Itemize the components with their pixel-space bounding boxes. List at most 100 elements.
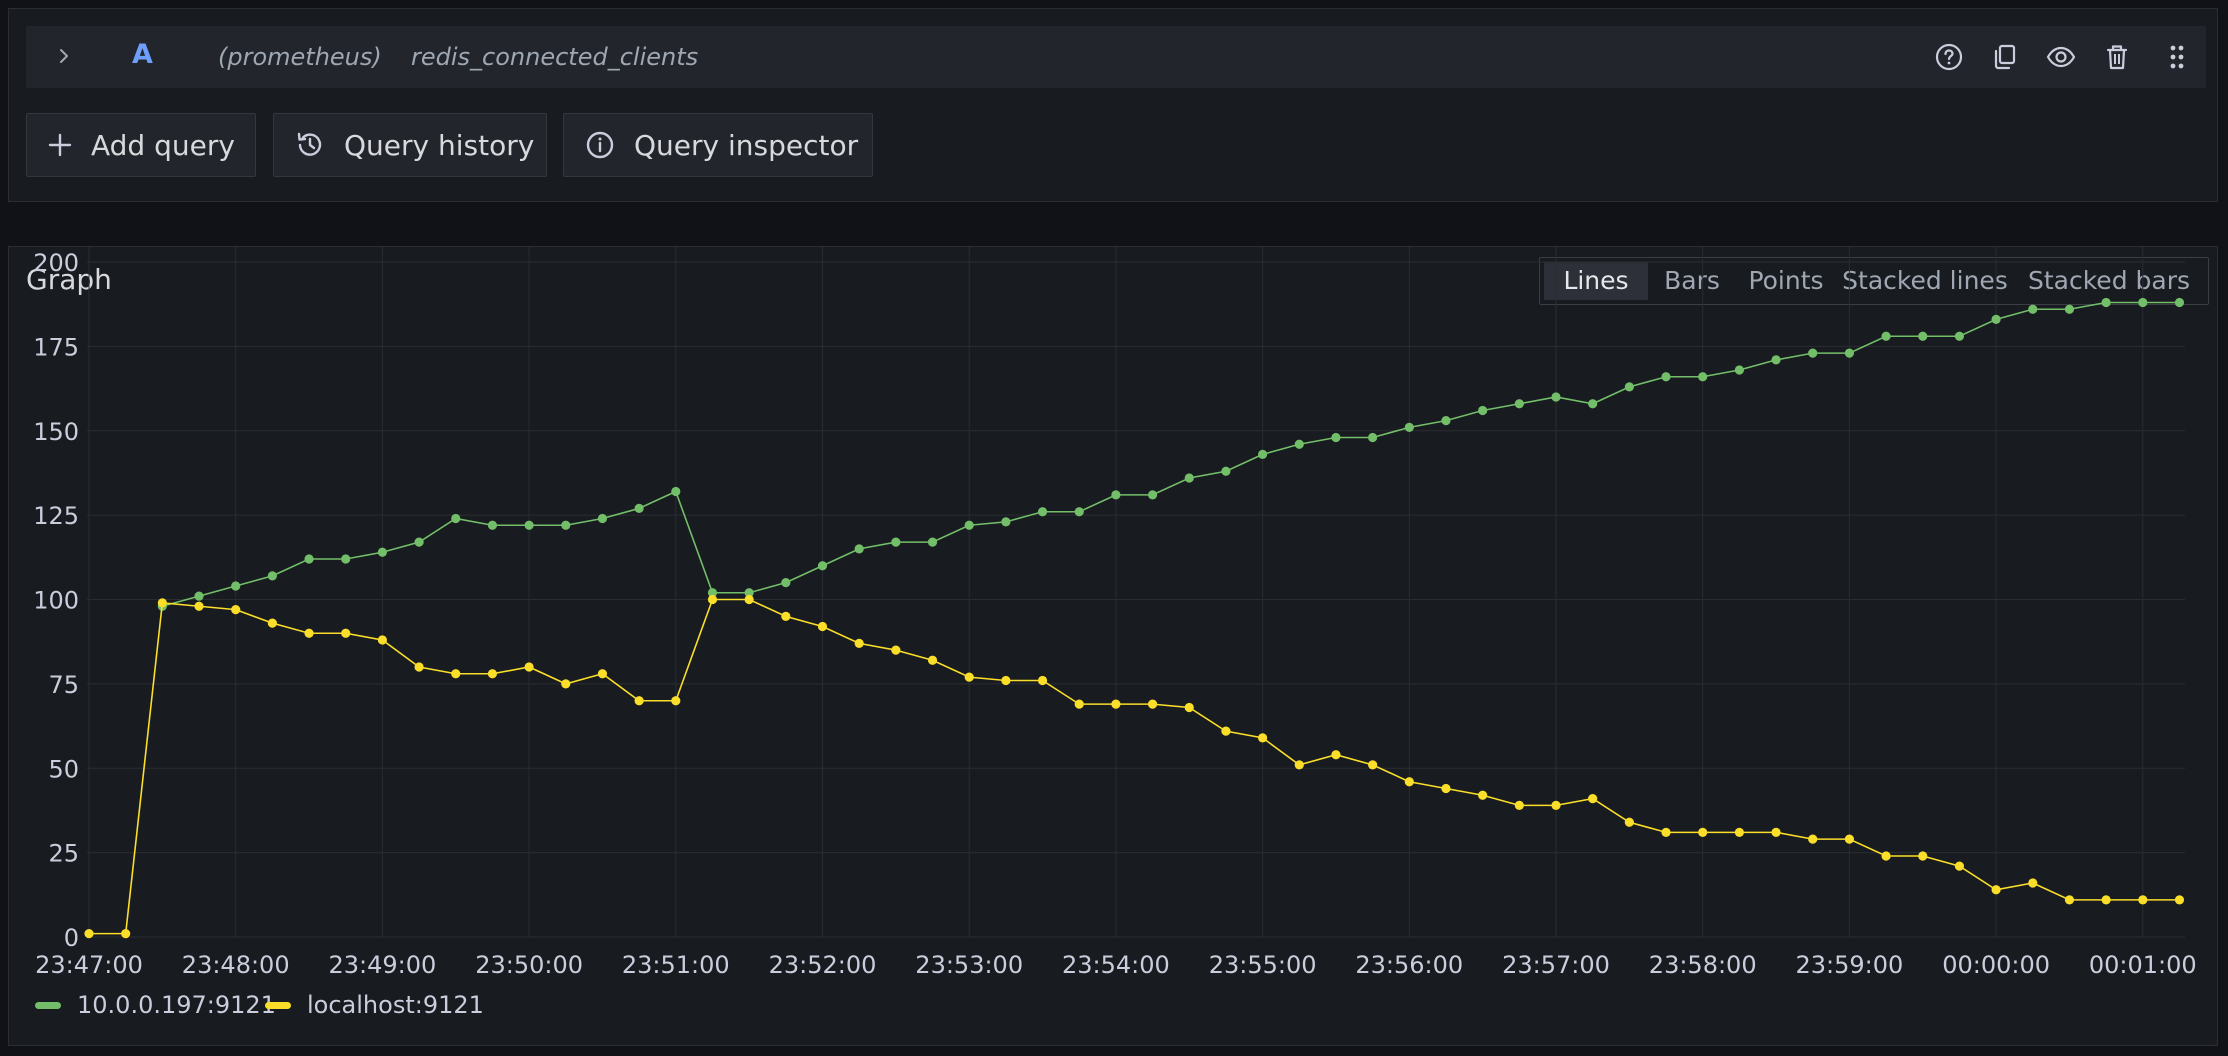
data-point bbox=[927, 537, 938, 547]
data-point bbox=[1624, 817, 1634, 827]
query-ref-id[interactable]: A bbox=[132, 39, 153, 70]
data-point bbox=[1147, 490, 1158, 500]
data-point bbox=[634, 696, 644, 706]
duplicate-icon[interactable] bbox=[1988, 40, 2022, 74]
data-point bbox=[1147, 699, 1158, 709]
data-point bbox=[1441, 416, 1451, 426]
data-point bbox=[1808, 834, 1818, 844]
y-tick-label: 0 bbox=[64, 924, 79, 952]
data-point bbox=[1368, 432, 1378, 443]
data-point bbox=[1404, 777, 1414, 787]
data-point bbox=[1954, 331, 1965, 341]
data-point bbox=[1661, 372, 1671, 382]
x-tick-label: 23:55:00 bbox=[1209, 951, 1317, 979]
data-point bbox=[487, 669, 498, 679]
query-expression: redis_connected_clients bbox=[411, 43, 699, 71]
data-point bbox=[964, 672, 974, 682]
y-tick-label: 175 bbox=[33, 333, 79, 361]
data-point bbox=[854, 638, 864, 648]
data-point bbox=[1698, 372, 1708, 382]
data-point bbox=[157, 598, 167, 608]
data-point bbox=[781, 578, 791, 588]
query-history-button[interactable]: Query history bbox=[273, 113, 547, 177]
x-tick-label: 23:58:00 bbox=[1649, 951, 1757, 979]
data-point bbox=[1661, 827, 1671, 837]
data-point bbox=[1331, 432, 1341, 443]
x-tick-label: 00:00:00 bbox=[1942, 951, 2050, 979]
data-point bbox=[707, 594, 718, 605]
data-point bbox=[1551, 392, 1561, 402]
data-point bbox=[1258, 449, 1268, 459]
graph-panel: Graph Lines Bars Points Stacked lines St… bbox=[8, 246, 2218, 1046]
data-point bbox=[2101, 297, 2111, 308]
data-point bbox=[2028, 878, 2038, 888]
data-point bbox=[1001, 675, 1011, 686]
y-tick-label: 125 bbox=[33, 502, 79, 530]
query-inspector-label: Query inspector bbox=[634, 128, 859, 162]
data-point bbox=[1514, 399, 1524, 409]
data-point bbox=[1037, 507, 1048, 517]
legend-label: 10.0.0.197:9121 bbox=[77, 991, 276, 1019]
query-inspector-button[interactable]: Query inspector bbox=[563, 113, 873, 177]
info-icon bbox=[586, 131, 614, 159]
add-query-button[interactable]: Add query bbox=[26, 113, 256, 177]
data-point bbox=[1918, 331, 1928, 341]
data-point bbox=[194, 591, 204, 601]
data-point bbox=[781, 611, 791, 621]
chevron-right-icon[interactable] bbox=[52, 41, 76, 71]
x-tick-label: 23:50:00 bbox=[475, 951, 583, 979]
data-point bbox=[1404, 422, 1414, 432]
history-icon bbox=[297, 132, 322, 156]
x-tick-label: 23:59:00 bbox=[1796, 951, 1904, 979]
data-point bbox=[1588, 794, 1598, 804]
data-point bbox=[671, 696, 681, 706]
data-point bbox=[744, 594, 754, 605]
data-point bbox=[1478, 405, 1488, 416]
data-point bbox=[817, 621, 828, 632]
data-point bbox=[1991, 314, 2001, 324]
data-point bbox=[561, 520, 571, 530]
data-point bbox=[1844, 348, 1854, 358]
legend-item-series-2[interactable]: localhost:9121 bbox=[265, 991, 484, 1019]
data-point bbox=[304, 628, 314, 638]
y-tick-label: 50 bbox=[48, 755, 79, 783]
x-tick-label: 23:47:00 bbox=[35, 951, 143, 979]
data-point bbox=[1478, 790, 1488, 800]
query-row[interactable]: A (prometheus) redis_connected_clients bbox=[26, 26, 2206, 88]
eye-icon[interactable] bbox=[2044, 40, 2078, 74]
data-point bbox=[1551, 800, 1561, 810]
data-point bbox=[2101, 895, 2111, 905]
drag-handle-icon[interactable] bbox=[2160, 40, 2194, 74]
data-point bbox=[231, 605, 241, 615]
data-point bbox=[1698, 827, 1708, 837]
add-query-label: Add query bbox=[91, 128, 235, 162]
x-tick-label: 23:51:00 bbox=[622, 951, 730, 979]
data-point bbox=[1221, 726, 1231, 736]
data-point bbox=[634, 503, 644, 513]
data-point bbox=[194, 601, 204, 611]
data-point bbox=[1294, 439, 1304, 449]
data-point bbox=[451, 513, 461, 524]
data-point bbox=[964, 520, 974, 530]
time-series-chart[interactable]: 0 25 50 75 100 125 150 175 200 23:47:00 23:48:00 23… bbox=[9, 247, 2217, 1045]
y-tick-label: 75 bbox=[48, 671, 79, 699]
trash-icon[interactable] bbox=[2100, 40, 2134, 74]
data-point bbox=[597, 669, 608, 679]
data-point bbox=[1001, 517, 1011, 527]
query-history-label: Query history bbox=[344, 128, 535, 162]
legend-item-series-1[interactable]: 10.0.0.197:9121 bbox=[35, 991, 276, 1019]
data-point bbox=[304, 554, 314, 564]
x-tick-label: 23:52:00 bbox=[769, 951, 877, 979]
data-point bbox=[1771, 827, 1781, 837]
data-point bbox=[1111, 699, 1121, 709]
x-tick-label: 23:53:00 bbox=[915, 951, 1023, 979]
data-point bbox=[927, 655, 938, 665]
data-point bbox=[671, 486, 681, 497]
help-icon[interactable] bbox=[1932, 40, 1966, 74]
x-tick-label: 23:49:00 bbox=[329, 951, 437, 979]
data-point bbox=[1294, 760, 1304, 770]
y-tick-label: 150 bbox=[33, 418, 79, 446]
data-point bbox=[414, 537, 424, 547]
data-point bbox=[1037, 675, 1048, 686]
data-point bbox=[414, 662, 424, 672]
